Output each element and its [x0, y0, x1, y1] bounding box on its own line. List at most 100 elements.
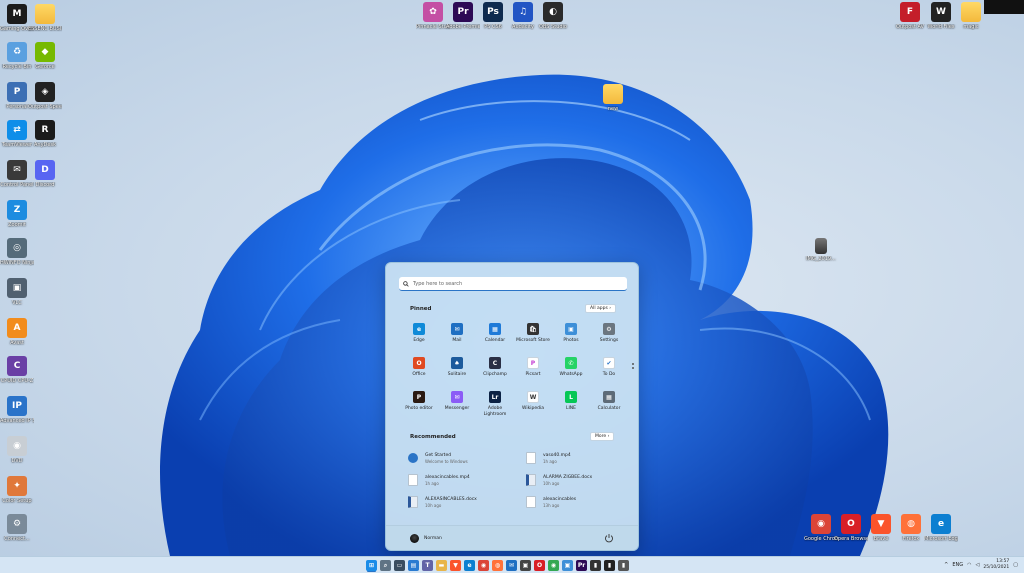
pinned-app[interactable]: W Wikipedia [514, 391, 552, 417]
network-icon: ▣ [7, 278, 27, 298]
volume-icon[interactable]: ◁ [975, 562, 979, 568]
desktop-icon[interactable]: magic [954, 2, 988, 30]
recommended-item[interactable]: Get Started Welcome to Windows [408, 450, 526, 466]
desktop-icon-label: AnyDesk [34, 142, 56, 148]
tray-chevron-icon[interactable]: ^ [944, 562, 948, 568]
desktop-icon[interactable]: IP Advanced IP Scanner [0, 396, 34, 424]
desktop-icon[interactable]: ♫ Audacity [506, 2, 540, 30]
search-input[interactable] [413, 280, 623, 287]
pinned-app[interactable]: ▣ Photos [552, 323, 590, 349]
chrome-icon[interactable]: ◉ [548, 560, 559, 571]
file-explorer-icon[interactable]: ▬ [436, 560, 447, 571]
chrome-icon[interactable]: ◉ [478, 560, 489, 571]
pinned-app-label: Solitaire [447, 372, 467, 377]
teams-chat-icon[interactable]: T [422, 560, 433, 571]
language-indicator[interactable]: ENG [952, 562, 963, 568]
all-apps-button[interactable]: All apps › [585, 304, 617, 313]
premiere-icon[interactable]: Pr [576, 560, 587, 571]
desktop-icon[interactable]: ◆ Geforce [28, 42, 62, 70]
desktop-icon[interactable]: Ps PS CS6 [476, 2, 510, 30]
page-indicator[interactable] [632, 363, 634, 373]
desktop-icon[interactable]: ▣ VLC [0, 278, 34, 306]
firefox-icon[interactable]: ◍ [492, 560, 503, 571]
pinned-app[interactable]: ✔ To Do [590, 357, 628, 383]
desktop-icon[interactable]: ⚙ Connect... [0, 514, 34, 542]
desktop-icon[interactable]: ESSENC BUSINESS [28, 4, 62, 32]
recommended-item[interactable]: alexacincables.mp4 1h ago [408, 472, 526, 488]
desktop-image-file[interactable]: IMG_2019... [804, 238, 838, 262]
desktop-icon[interactable]: ✿ Pinnacle Studio 25 [416, 2, 450, 30]
power-icon[interactable] [604, 533, 614, 543]
desktop-icon[interactable]: O Opera Browser [834, 514, 868, 542]
avast-icon: A [7, 318, 27, 338]
pinned-app[interactable]: ▦ Calculator [590, 391, 628, 417]
pinned-app[interactable]: L LINE [552, 391, 590, 417]
desktop-icon[interactable]: e Microsoft Edge [924, 514, 958, 542]
desktop-icon[interactable]: ✦ Color Setup [0, 476, 34, 504]
desktop-icon[interactable]: A Avast [0, 318, 34, 346]
terminal-icon[interactable]: ▮ [590, 560, 601, 571]
pinned-app[interactable]: ♠ Solitaire [438, 357, 476, 383]
pinned-app[interactable]: P Photo editor [400, 391, 438, 417]
pinned-app[interactable]: e Edge [400, 323, 438, 349]
recommended-item[interactable]: ALARMA ZIGBEE.docx 10h ago [526, 472, 623, 488]
wifi-icon[interactable]: ◠ [967, 562, 971, 568]
zoom-icon: Z [7, 200, 27, 220]
opera-icon[interactable]: O [534, 560, 545, 571]
search-icon[interactable]: ⌕ [380, 560, 391, 571]
brave-icon[interactable]: ▼ [450, 560, 461, 571]
desktop-icon[interactable]: ◍ Firefox [894, 514, 928, 542]
desktop-icon[interactable]: D Discord [28, 160, 62, 188]
desktop-icon[interactable]: ◎ HWiNFO Ninja... [0, 238, 34, 266]
desktop-icon[interactable]: ◐ OBS Studio [536, 2, 570, 30]
notifications-icon[interactable]: ▢ [1013, 562, 1018, 568]
desktop-icon[interactable]: C CPUID CPU-Z [0, 356, 34, 384]
mail-icon[interactable]: ✉ [506, 560, 517, 571]
pinned-app[interactable]: Lr Adobe Lightroom [476, 391, 514, 417]
pinned-app[interactable]: ▦ Calendar [476, 323, 514, 349]
desktop-icon[interactable]: ◈ Outpost Speed [28, 82, 62, 110]
store-icon[interactable]: ▣ [520, 560, 531, 571]
close-button[interactable] [984, 0, 1024, 14]
pinned-app[interactable]: O Office [400, 357, 438, 383]
recommended-item[interactable]: alexacincables 13h ago [526, 494, 623, 510]
pinned-app[interactable]: ✆ WhatsApp [552, 357, 590, 383]
terminal-icon[interactable]: ▮ [604, 560, 615, 571]
pinned-app[interactable]: ✉ Mail [438, 323, 476, 349]
more-button[interactable]: More › [590, 432, 615, 441]
color-setup-icon: ✦ [7, 476, 27, 496]
file-icon [526, 496, 536, 508]
photoshop-icon: Ps [483, 2, 503, 22]
search-box[interactable] [399, 277, 627, 291]
clock[interactable]: 13:57 25/10/2021 [983, 559, 1009, 571]
pinned-app[interactable]: ✉ Messenger [438, 391, 476, 417]
edge-icon[interactable]: e [464, 560, 475, 571]
app-icon[interactable]: ▮ [618, 560, 629, 571]
pinned-app[interactable]: C Clipchamp [476, 357, 514, 383]
desktop-icon[interactable]: ◉ Google Chrome [804, 514, 838, 542]
desktop-icon[interactable]: ▼ Brave [864, 514, 898, 542]
ip-scanner-icon: IP [7, 396, 27, 416]
control-panel-icon: ✉ [7, 160, 27, 180]
task-view-icon[interactable]: ▭ [394, 560, 405, 571]
desktop-folder-new[interactable]: new [596, 84, 630, 112]
user-name[interactable]: Norman [424, 536, 442, 541]
desktop-icon[interactable]: W World Files [924, 2, 958, 30]
pinned-app[interactable]: 🛍 Microsoft Store [514, 323, 552, 349]
pinned-app[interactable]: ⚙ Settings [590, 323, 628, 349]
desktop-icon-label: Opera Browser [834, 536, 868, 542]
desktop-icon[interactable]: Z Zoomit [0, 200, 34, 228]
desktop-icon[interactable]: R AnyDesk [28, 120, 62, 148]
recommended-item[interactable]: ALEXASINCABLES.docx 10h ago [408, 494, 526, 510]
avatar[interactable] [410, 534, 419, 543]
desktop-icon[interactable]: Pr Adobe Premiere P... [446, 2, 480, 30]
calendar-icon: ▦ [489, 323, 501, 335]
photos-icon[interactable]: ▣ [562, 560, 573, 571]
desktop-icon[interactable]: F Outpost AV [893, 2, 927, 30]
recommended-item[interactable]: vaso40.mp4 1h ago [526, 450, 623, 466]
desktop-icon[interactable]: ◉ DVD [0, 436, 34, 464]
office-icon: O [413, 357, 425, 369]
widgets-icon[interactable]: ▤ [408, 560, 419, 571]
pinned-app[interactable]: P Picsart [514, 357, 552, 383]
start-icon[interactable]: ⊞ [366, 560, 377, 571]
